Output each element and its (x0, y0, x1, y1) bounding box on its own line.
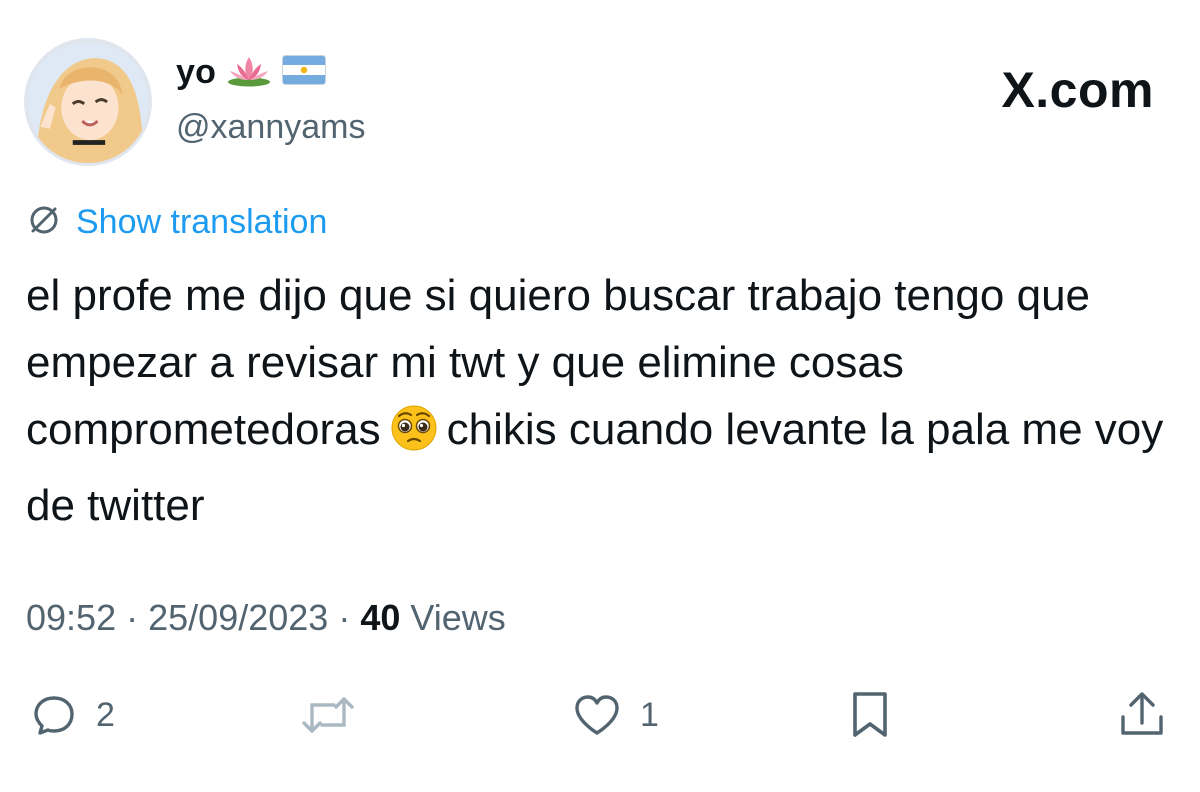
share-button[interactable] (1116, 680, 1168, 750)
share-icon (1116, 689, 1168, 741)
bookmark-icon (848, 689, 892, 741)
avatar-image (27, 41, 149, 163)
like-button[interactable]: 1 (572, 680, 659, 750)
views-count: 40 (360, 597, 401, 638)
tweet-text: el profe me dijo que si quiero buscar tr… (26, 262, 1176, 539)
like-count: 1 (640, 695, 659, 734)
meta-separator: · (338, 597, 351, 638)
author-handle[interactable]: @xannyams (176, 106, 365, 148)
brand-logo: X.com (1001, 62, 1154, 118)
reply-icon (30, 691, 78, 739)
meta-separator: · (126, 597, 139, 638)
lotus-icon (226, 53, 272, 92)
heart-icon (572, 691, 622, 739)
tweet-time[interactable]: 09:52 (26, 597, 116, 638)
globe-icon (26, 202, 62, 243)
retweet-button[interactable] (300, 680, 374, 750)
retweet-icon (300, 691, 356, 739)
tweet-actions: 2 1 (0, 680, 1200, 750)
reply-button[interactable]: 2 (30, 680, 115, 750)
display-name[interactable]: yo (176, 52, 216, 92)
avatar[interactable] (24, 38, 152, 166)
show-translation-label[interactable]: Show translation (76, 200, 327, 244)
tweet-meta: 09:52 · 25/09/2023 · 40 Views (26, 596, 506, 640)
tweet-date[interactable]: 25/09/2023 (148, 597, 328, 638)
pleading-face-icon (389, 403, 439, 472)
reply-count: 2 (96, 695, 115, 734)
bookmark-button[interactable] (848, 680, 892, 750)
argentina-flag-icon (282, 54, 327, 90)
views-label: Views (410, 597, 506, 638)
show-translation-link[interactable]: Show translation (26, 200, 327, 244)
author-name-row: yo (176, 52, 327, 92)
